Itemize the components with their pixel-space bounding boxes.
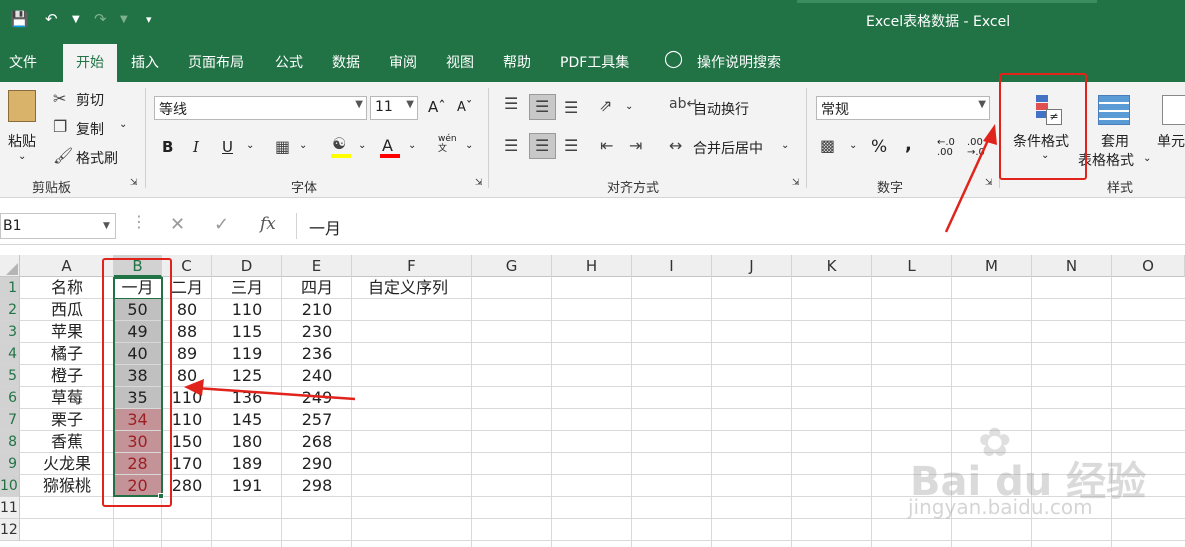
arrow-to-conditional-formatting <box>944 137 991 233</box>
arrow-to-column-b <box>195 386 356 401</box>
paw-icon: ✿ <box>978 420 1012 466</box>
arrow-to-column-b-head <box>184 379 204 396</box>
baidu-watermark-url: jingyan.baidu.com <box>908 495 1093 519</box>
arrow-to-conditional-formatting-head <box>983 124 997 145</box>
